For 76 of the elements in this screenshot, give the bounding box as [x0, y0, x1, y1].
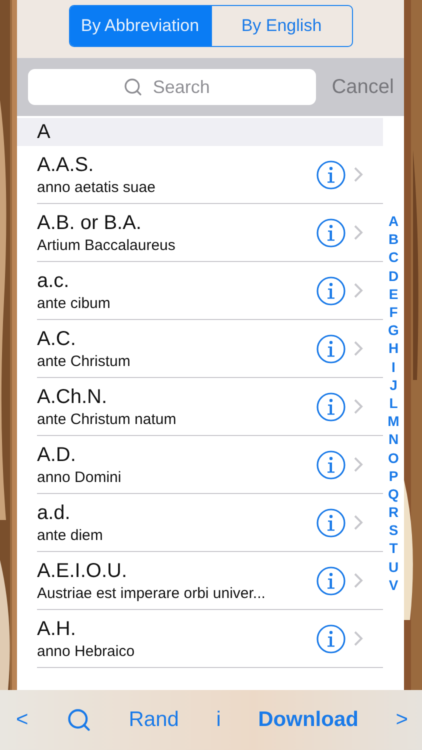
index-letter[interactable]: O	[388, 448, 399, 467]
abbreviation-title: A.A.S.	[37, 154, 95, 176]
list-row[interactable]: a.c. ante cibum	[37, 262, 383, 320]
chevron-icon	[354, 283, 363, 298]
meaning-text: ante diem	[37, 526, 104, 544]
index-letter[interactable]: B	[388, 230, 399, 248]
toolbar-button[interactable]: Rand	[124, 708, 183, 732]
meaning-text: Austriae est imperare orbi univer...	[37, 584, 266, 602]
meaning-text: Artium Baccalaureus	[37, 236, 176, 254]
index-letter[interactable]: C	[388, 248, 399, 267]
abbreviation-title: A.H.	[37, 618, 77, 640]
meaning-text: anno aetatis suae	[37, 178, 156, 196]
segment-tab[interactable]: By English	[210, 6, 352, 46]
index-letter[interactable]: A	[388, 212, 399, 230]
meaning-text: ante cibum	[37, 294, 112, 312]
chevron-icon	[354, 457, 363, 472]
index-letter[interactable]: S	[388, 521, 398, 540]
meaning-text: anno Domini	[37, 468, 122, 486]
info-icon[interactable]	[316, 276, 346, 306]
index-letter[interactable]: D	[388, 266, 399, 285]
abbreviation-title: A.D.	[37, 444, 77, 466]
index-letter[interactable]: P	[388, 466, 398, 485]
toolbar-button[interactable]: <	[12, 708, 32, 732]
index-letter[interactable]: R	[388, 503, 399, 522]
index-letter[interactable]: F	[389, 302, 398, 322]
list-row[interactable]: A.B. or B.A. Artium Baccalaureus	[37, 204, 383, 262]
abbreviation-title: A.B. or B.A.	[37, 212, 142, 234]
list-row[interactable]: A.D. anno Domini	[37, 436, 383, 494]
abbreviation-title: a.d.	[37, 502, 72, 524]
list-row[interactable]: A.H. anno Hebraico	[37, 610, 383, 668]
chevron-icon	[354, 341, 363, 356]
toolbar-button[interactable]: Download	[254, 708, 362, 732]
abbreviation-title: A.C.	[37, 328, 77, 350]
chevron-icon	[354, 515, 363, 530]
index-letter[interactable]: E	[388, 284, 398, 303]
list-row[interactable]: A.A.S. anno aetatis suae	[37, 146, 383, 204]
segment-tab[interactable]: By Abbreviation	[70, 6, 210, 46]
index-letter[interactable]: Q	[388, 484, 399, 503]
index-letter[interactable]: T	[389, 539, 398, 558]
list-row[interactable]: A.E.I.O.U. Austriae est imperare orbi univer...	[37, 552, 383, 610]
abbreviation-title: A.Ch.N.	[37, 386, 108, 408]
meaning-text: ante Christum	[37, 352, 132, 370]
info-icon[interactable]	[316, 160, 346, 190]
chevron-icon	[354, 167, 363, 182]
index-letter[interactable]: V	[388, 576, 398, 594]
info-icon[interactable]	[316, 450, 346, 480]
info-icon[interactable]	[316, 566, 346, 596]
index-letter[interactable]: J	[390, 376, 398, 394]
info-icon[interactable]	[316, 334, 346, 364]
info-icon[interactable]	[316, 218, 346, 248]
section-header: A	[17, 118, 383, 146]
toolbar-button[interactable]: i	[212, 708, 225, 732]
chevron-icon	[354, 631, 363, 646]
index-letter[interactable]: N	[388, 430, 399, 448]
list-row[interactable]: A.C. ante Christum	[37, 320, 383, 378]
list-row[interactable]: a.d. ante diem	[37, 494, 383, 552]
search-icon	[122, 77, 143, 97]
index-letter[interactable]: G	[388, 321, 399, 340]
index-letter[interactable]: I	[392, 358, 396, 376]
info-icon[interactable]	[316, 392, 346, 422]
meaning-text: ante Christum natum	[37, 410, 178, 428]
index-letter[interactable]: U	[388, 558, 399, 576]
search-field[interactable]: Search	[150, 76, 221, 98]
list-row[interactable]: A.Ch.N. ante Christum natum	[37, 378, 383, 436]
index-letter[interactable]: M	[388, 412, 400, 430]
index-letter[interactable]: H	[388, 339, 399, 358]
abbreviation-title: A.E.I.O.U.	[37, 560, 128, 582]
info-icon[interactable]	[316, 508, 346, 538]
chevron-icon	[354, 225, 363, 240]
toolbar-button[interactable]: >	[392, 708, 412, 732]
abbreviation-title: a.c.	[37, 270, 70, 292]
index-letter[interactable]: L	[389, 394, 398, 412]
chevron-icon	[354, 573, 363, 588]
info-icon[interactable]	[316, 624, 346, 654]
chevron-icon	[354, 399, 363, 414]
meaning-text: anno Hebraico	[37, 642, 136, 660]
